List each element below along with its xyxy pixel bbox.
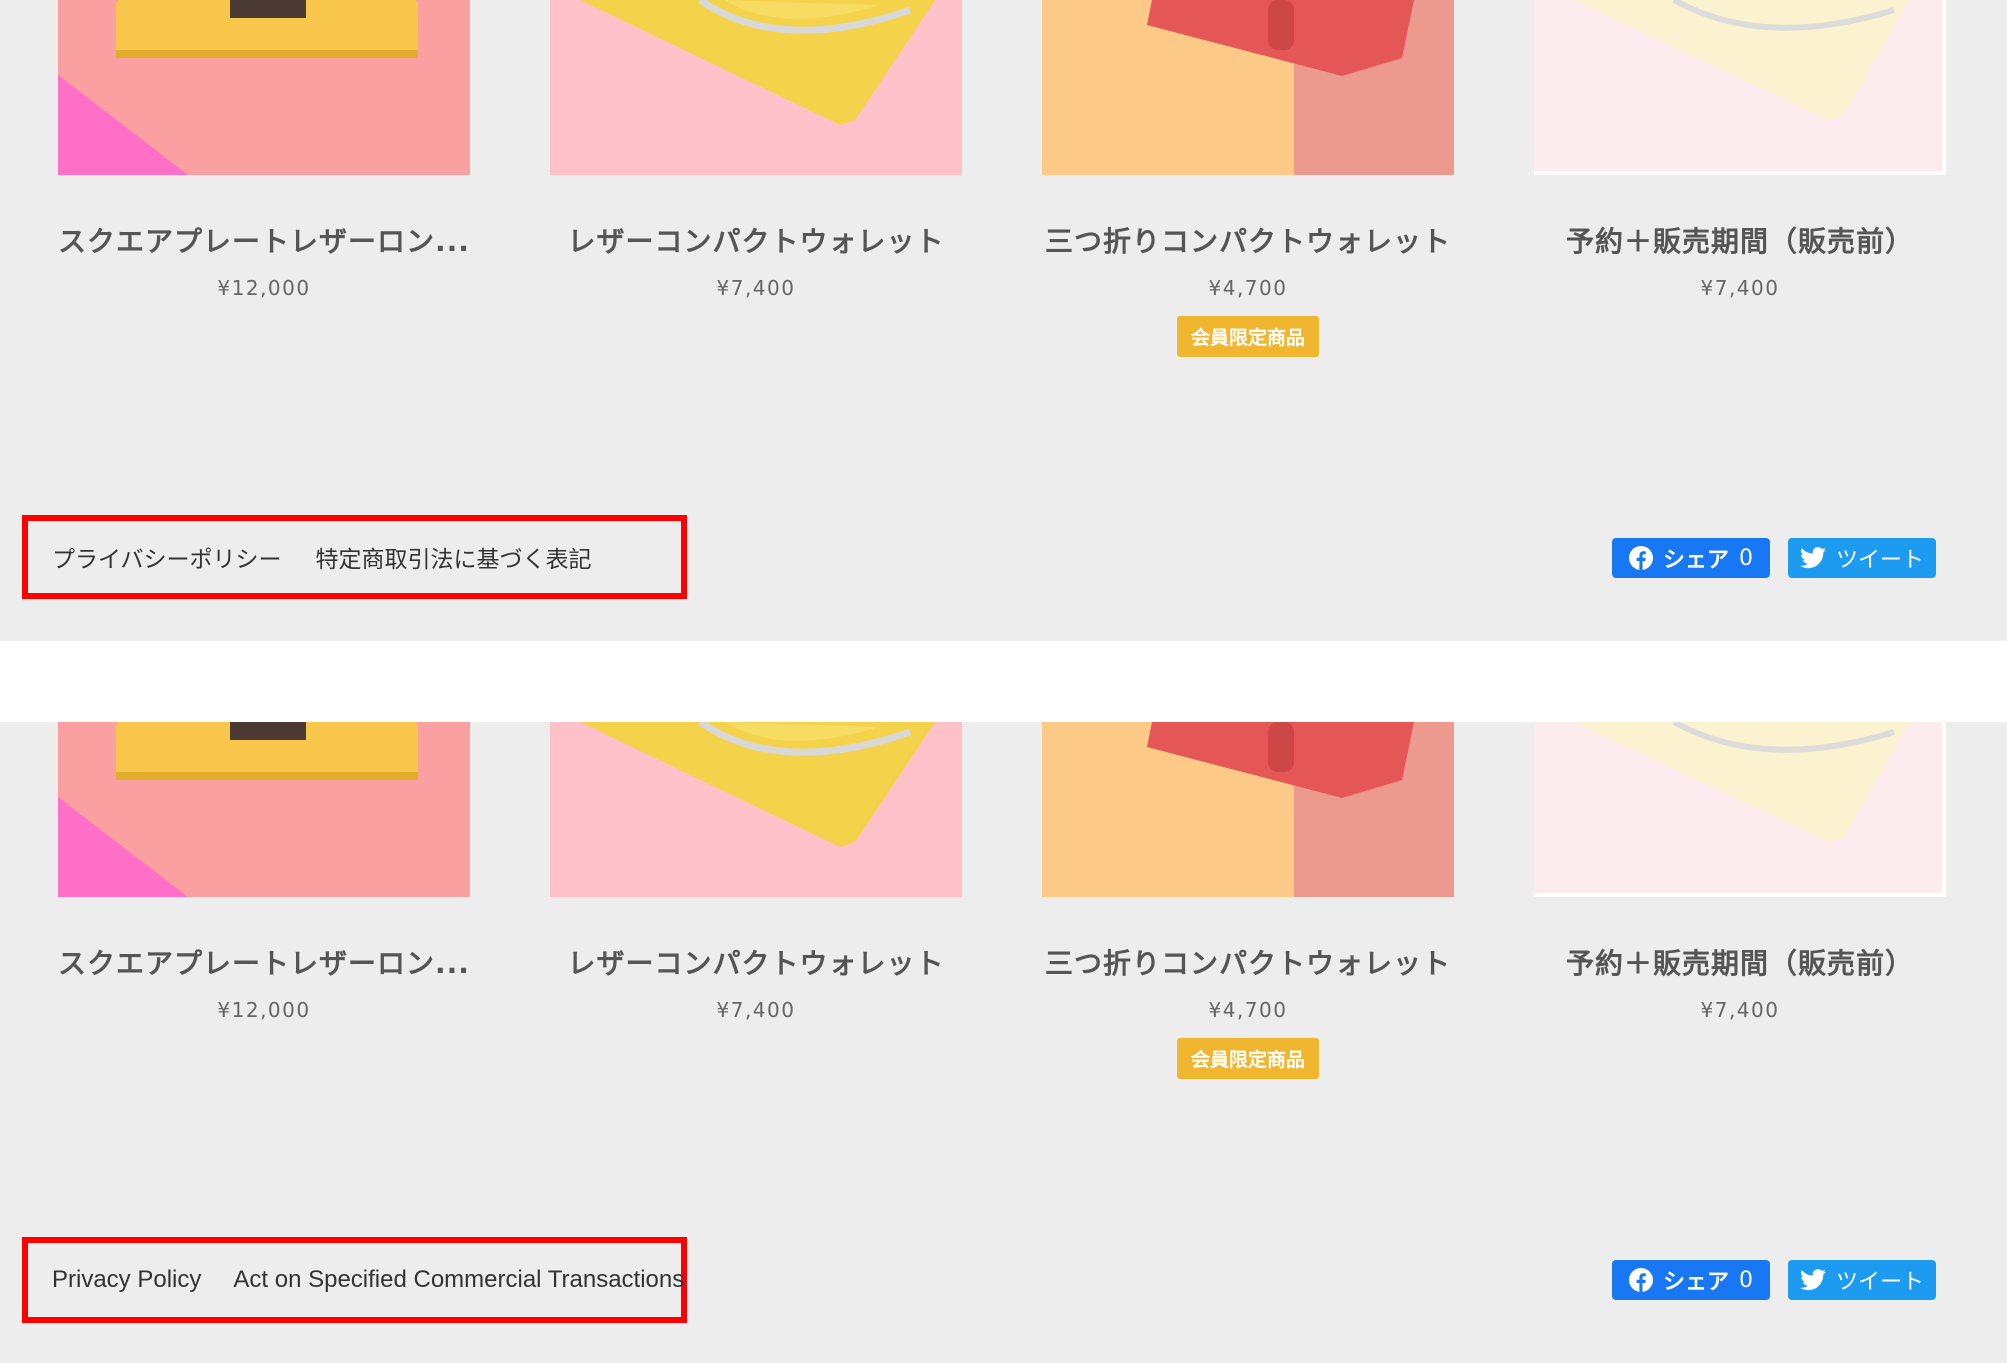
footer-links: Privacy Policy Act on Specified Commerci… xyxy=(22,1237,687,1323)
product-card[interactable]: スクエアプレートレザーロン... ¥12,000 xyxy=(58,0,470,300)
tweet-button[interactable]: ツイート xyxy=(1788,1260,1936,1300)
product-name[interactable]: 三つ折りコンパクトウォレット xyxy=(1022,220,1474,260)
product-price: ¥7,400 xyxy=(716,998,796,1022)
product-price: ¥12,000 xyxy=(217,998,311,1022)
product-image[interactable] xyxy=(1042,722,1454,897)
facebook-icon xyxy=(1628,546,1653,570)
member-only-badge: 会員限定商品 xyxy=(1176,1038,1320,1079)
product-price: ¥12,000 xyxy=(217,276,311,300)
screenshot-divider xyxy=(0,641,2007,722)
product-price: ¥7,400 xyxy=(1700,998,1780,1022)
product-name[interactable]: スクエアプレートレザーロン... xyxy=(38,942,490,982)
twitter-bird-icon xyxy=(1799,547,1826,569)
commercial-transactions-link[interactable]: Act on Specified Commercial Transactions xyxy=(233,1266,684,1294)
product-section-english: スクエアプレートレザーロン... ¥12,000 レザーコンパクトウォレット ¥… xyxy=(0,722,2007,1363)
product-section-japanese: スクエアプレートレザーロン... ¥12,000 レザーコンパクトウォレット ¥… xyxy=(0,0,2007,641)
facebook-share-button[interactable]: シェア 0 xyxy=(1612,538,1770,578)
facebook-share-count: 0 xyxy=(1739,1267,1753,1293)
privacy-policy-link[interactable]: プライバシーポリシー xyxy=(52,540,282,574)
product-card[interactable]: 三つ折りコンパクトウォレット ¥4,700 会員限定商品 xyxy=(1042,0,1454,357)
product-image[interactable] xyxy=(550,722,962,897)
member-only-badge: 会員限定商品 xyxy=(1176,316,1320,357)
product-card[interactable]: 予約＋販売期間（販売前） ¥7,400 xyxy=(1534,722,1946,1022)
product-image[interactable] xyxy=(58,722,470,897)
product-price: ¥4,700 xyxy=(1208,276,1288,300)
product-card[interactable]: レザーコンパクトウォレット ¥7,400 xyxy=(550,0,962,300)
tweet-label: ツイート xyxy=(1835,548,1924,573)
facebook-share-label: シェア xyxy=(1662,1270,1729,1295)
footer-links: プライバシーポリシー 特定商取引法に基づく表記 xyxy=(22,515,687,599)
product-name[interactable]: 予約＋販売期間（販売前） xyxy=(1514,220,1966,260)
product-card[interactable]: レザーコンパクトウォレット ¥7,400 xyxy=(550,722,962,1022)
product-price: ¥7,400 xyxy=(716,276,796,300)
product-card[interactable]: 三つ折りコンパクトウォレット ¥4,700 会員限定商品 xyxy=(1042,722,1454,1079)
product-card[interactable]: スクエアプレートレザーロン... ¥12,000 xyxy=(58,722,470,1022)
product-name[interactable]: 予約＋販売期間（販売前） xyxy=(1514,942,1966,982)
product-price: ¥7,400 xyxy=(1700,276,1780,300)
facebook-share-count: 0 xyxy=(1739,545,1753,571)
tweet-button[interactable]: ツイート xyxy=(1788,538,1936,578)
commercial-transactions-link[interactable]: 特定商取引法に基づく表記 xyxy=(316,540,592,574)
facebook-share-button[interactable]: シェア 0 xyxy=(1612,1260,1770,1300)
twitter-bird-icon xyxy=(1799,1269,1826,1291)
privacy-policy-link[interactable]: Privacy Policy xyxy=(52,1266,201,1294)
product-image[interactable] xyxy=(58,0,470,175)
product-card[interactable]: 予約＋販売期間（販売前） ¥7,400 xyxy=(1534,0,1946,300)
product-image[interactable] xyxy=(1534,722,1946,897)
facebook-icon xyxy=(1628,1268,1653,1292)
product-name[interactable]: 三つ折りコンパクトウォレット xyxy=(1022,942,1474,982)
facebook-share-label: シェア xyxy=(1662,548,1729,573)
product-name[interactable]: レザーコンパクトウォレット xyxy=(530,942,982,982)
product-image[interactable] xyxy=(1042,0,1454,175)
product-name[interactable]: スクエアプレートレザーロン... xyxy=(38,220,490,260)
product-name[interactable]: レザーコンパクトウォレット xyxy=(530,220,982,260)
product-image[interactable] xyxy=(1534,0,1946,175)
tweet-label: ツイート xyxy=(1835,1270,1924,1295)
product-image[interactable] xyxy=(550,0,962,175)
product-price: ¥4,700 xyxy=(1208,998,1288,1022)
